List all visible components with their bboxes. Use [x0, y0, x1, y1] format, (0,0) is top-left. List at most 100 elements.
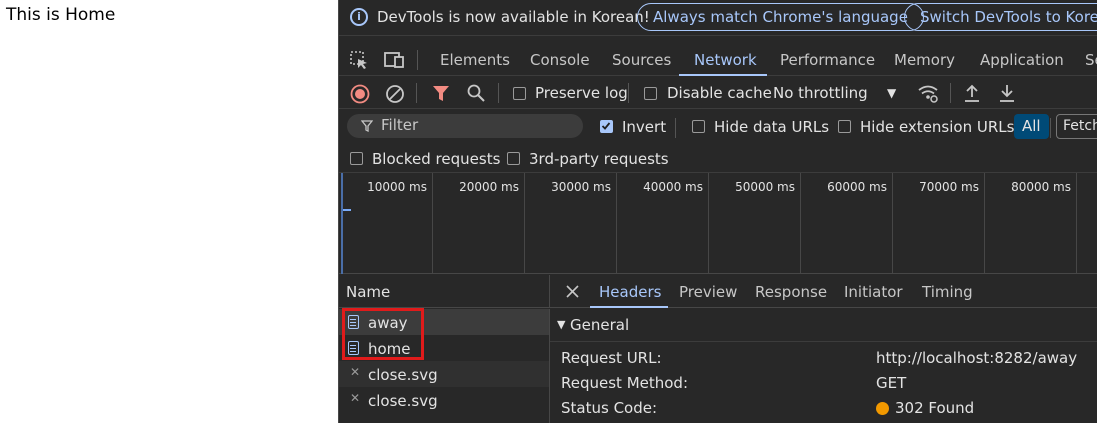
timeline-tick: 20000 ms [459, 180, 519, 194]
tab-memory[interactable]: Memory [894, 51, 955, 69]
checkmark-icon [601, 122, 611, 130]
invert-checkbox[interactable] [600, 120, 613, 133]
close-icon[interactable] [566, 285, 579, 298]
stop-recording-icon[interactable] [350, 84, 370, 104]
triangle-down-icon: ▼ [557, 318, 566, 331]
inspect-element-icon[interactable] [349, 50, 369, 70]
filter-all-button[interactable]: All [1014, 114, 1049, 139]
tab-response[interactable]: Response [755, 283, 827, 301]
throttling-dropdown-icon[interactable]: ▼ [887, 86, 896, 100]
tab-security[interactable]: Se [1085, 51, 1097, 69]
preserve-log-checkbox[interactable] [513, 87, 526, 100]
active-tab-indicator [679, 74, 767, 76]
toolbar-divider [498, 83, 499, 103]
tab-elements[interactable]: Elements [440, 51, 510, 69]
tab-console[interactable]: Console [530, 51, 590, 69]
hide-extension-urls-checkbox[interactable] [838, 120, 851, 133]
filter-icon [361, 120, 373, 132]
status-code-value: 302 Found [895, 399, 975, 417]
always-match-language-button[interactable]: Always match Chrome's language [637, 3, 924, 31]
name-column-label: Name [346, 283, 391, 301]
timeline-tick: 50000 ms [735, 180, 795, 194]
request-method-value: GET [876, 374, 907, 392]
hide-data-urls-checkbox[interactable] [692, 120, 705, 133]
network-conditions-icon[interactable] [917, 83, 939, 103]
request-url-value: http://localhost:8282/away [876, 349, 1078, 367]
status-code-row: 302 Found [876, 399, 974, 417]
devtools-tabbar: Elements Console Sources Network Perform… [339, 42, 1097, 76]
toolbar-divider [417, 50, 418, 70]
timeline-gridline [708, 173, 709, 274]
filter-toggle-icon[interactable] [432, 84, 450, 102]
filter-bar: Filter Invert Hide data URLs Hide extens… [339, 110, 1097, 144]
tab-performance[interactable]: Performance [780, 51, 875, 69]
toolbar-divider [628, 83, 629, 103]
invert-label: Invert [622, 118, 667, 136]
cross-icon: ✕ [350, 365, 361, 379]
toolbar-divider [1050, 118, 1051, 138]
overview-left-handle[interactable] [341, 173, 343, 274]
page-content: This is Home [0, 0, 338, 423]
export-har-icon[interactable] [998, 83, 1016, 103]
disable-cache-label: Disable cache [667, 84, 772, 102]
request-name: close.svg [368, 366, 438, 384]
throttling-select[interactable]: No throttling [773, 84, 868, 102]
hide-data-urls-label: Hide data URLs [714, 118, 830, 136]
blocked-requests-checkbox[interactable] [350, 152, 363, 165]
cross-icon: ✕ [350, 391, 361, 405]
switch-to-korean-button[interactable]: Switch DevTools to Korean [904, 3, 1097, 31]
timeline-gridline [984, 173, 985, 274]
timeline-gridline [892, 173, 893, 274]
tab-headers[interactable]: Headers [599, 283, 661, 301]
detail-tabbar: Headers Preview Response Initiator Timin… [550, 275, 1097, 308]
timeline-gridline [616, 173, 617, 274]
clear-icon[interactable] [385, 84, 405, 104]
infobar-message: DevTools is now available in Korean! [377, 8, 650, 26]
request-url-key: Request URL: [561, 349, 662, 367]
active-tab-indicator [590, 306, 668, 308]
timeline-tick: 60000 ms [827, 180, 887, 194]
overview-request-bar [343, 209, 351, 211]
name-column-header[interactable]: Name [339, 275, 550, 308]
timeline-tick: 70000 ms [919, 180, 979, 194]
disable-cache-checkbox[interactable] [644, 87, 657, 100]
timeline-tick: 10000 ms [367, 180, 427, 194]
toolbar-divider [675, 118, 676, 138]
status-code-key: Status Code: [561, 399, 658, 417]
timeline-tick: 80000 ms [1011, 180, 1071, 194]
tab-application[interactable]: Application [980, 51, 1064, 69]
import-har-icon[interactable] [963, 83, 981, 103]
tab-timing[interactable]: Timing [922, 283, 973, 301]
timeline-overview[interactable]: 10000 ms 20000 ms 30000 ms 40000 ms 5000… [339, 173, 1097, 274]
request-method-key: Request Method: [561, 374, 689, 392]
search-icon[interactable] [466, 83, 486, 103]
request-name: close.svg [368, 392, 438, 410]
request-type-bar: Blocked requests 3rd-party requests [339, 145, 1097, 173]
preserve-log-label: Preserve log [535, 84, 628, 102]
tab-initiator[interactable]: Initiator [844, 283, 903, 301]
filter-fetch-xhr-button[interactable]: Fetch/ [1056, 114, 1097, 139]
timeline-gridline [432, 173, 433, 274]
timeline-gridline [800, 173, 801, 274]
filter-input[interactable]: Filter [347, 114, 583, 138]
info-icon: i [350, 8, 368, 26]
tab-preview[interactable]: Preview [679, 283, 737, 301]
filter-placeholder: Filter [381, 116, 419, 134]
tab-network[interactable]: Network [694, 51, 757, 69]
toolbar-divider [416, 83, 417, 103]
status-dot-icon [876, 402, 889, 415]
annotation-highlight-box [342, 308, 424, 360]
blocked-requests-label: Blocked requests [372, 150, 501, 168]
request-row-close-svg[interactable]: ✕ close.svg [339, 387, 550, 423]
timeline-tick: 30000 ms [551, 180, 611, 194]
request-row-close-svg[interactable]: ✕ close.svg [339, 361, 550, 387]
timeline-tick: 40000 ms [643, 180, 703, 194]
page-text: This is Home [6, 5, 116, 25]
language-infobar: i DevTools is now available in Korean! A… [339, 0, 1097, 36]
third-party-requests-checkbox[interactable] [507, 152, 520, 165]
device-toolbar-icon[interactable] [384, 50, 406, 70]
timeline-gridline [1076, 173, 1077, 274]
general-section-header[interactable]: ▼ General [550, 309, 1097, 342]
toolbar-divider [950, 83, 951, 103]
tab-sources[interactable]: Sources [612, 51, 671, 69]
